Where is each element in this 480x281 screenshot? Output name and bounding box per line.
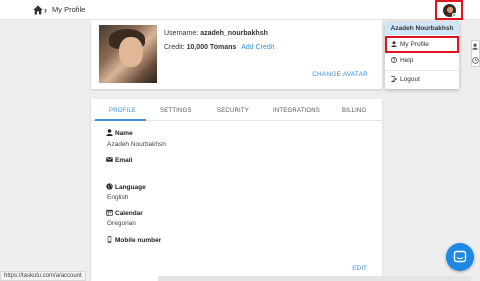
breadcrumb-separator: › [44, 5, 47, 15]
name-label-text: Name [115, 130, 133, 137]
mobile-field-label: Mobile number [106, 236, 161, 245]
email-icon [106, 157, 113, 162]
calendar-icon [106, 209, 113, 216]
user-avatar-button[interactable] [435, 0, 463, 20]
calendar-label-text: Calendar [115, 210, 143, 217]
menu-item-my-profile[interactable]: My Profile [391, 41, 429, 49]
add-credit-link[interactable]: Add Credit [241, 44, 274, 51]
profile-photo [99, 25, 157, 83]
tab-security[interactable]: SECURITY [217, 107, 249, 115]
language-field-label: Language [106, 183, 146, 192]
help-icon [391, 57, 397, 63]
credit-label: Credit: [164, 44, 185, 51]
home-icon[interactable] [33, 5, 43, 15]
language-value: English [107, 194, 129, 201]
clock-icon[interactable] [472, 57, 479, 64]
calendar-value: Gregorian [107, 220, 136, 227]
name-field-label: Name [106, 129, 133, 138]
photo-face [119, 37, 143, 67]
email-field-label: Email [106, 156, 132, 165]
profile-details-card: PROFILE SETTINGS SECURITY INTEGRATIONS B… [91, 99, 382, 281]
menu-item-help[interactable]: Help [391, 57, 413, 65]
person-add-icon[interactable] [472, 43, 479, 50]
breadcrumb-current: My Profile [52, 5, 86, 14]
dropdown-divider [385, 70, 459, 71]
user-dropdown-menu: Azadeh Nourbakhsh My Profile Help Logout [385, 22, 459, 89]
menu-item-my-profile-label: My Profile [400, 41, 429, 48]
credit-line: Credit: 10,000 Tomans Add Credit [164, 43, 274, 52]
phone-icon [107, 236, 112, 243]
change-avatar-button[interactable]: CHANGE AVATAR [312, 71, 368, 79]
tab-settings[interactable]: SETTINGS [160, 107, 192, 115]
edit-button[interactable]: EDIT [352, 265, 367, 273]
email-label-text: Email [115, 157, 133, 164]
menu-item-logout-label: Logout [400, 76, 420, 83]
status-url: https://taskulu.com/a/account [0, 271, 86, 281]
profile-summary-card: Username: azadeh_nourbakhsh Credit: 10,0… [91, 20, 382, 89]
tab-profile[interactable]: PROFILE [109, 107, 136, 115]
calendar-field-label: Calendar [106, 209, 143, 218]
logout-icon [391, 76, 397, 82]
dropdown-user-name: Azadeh Nourbakhsh [385, 22, 459, 35]
person-icon [106, 129, 113, 136]
language-label-text: Language [115, 184, 146, 191]
mobile-label-text: Mobile number [115, 237, 162, 244]
active-tab-indicator [95, 119, 146, 121]
top-bar: › My Profile [0, 0, 480, 20]
globe-icon [106, 183, 113, 190]
tab-bar: PROFILE SETTINGS SECURITY INTEGRATIONS B… [91, 99, 382, 121]
chat-icon [453, 250, 467, 263]
tab-billing[interactable]: BILLING [342, 107, 366, 115]
menu-item-logout[interactable]: Logout [391, 76, 420, 84]
person-icon [391, 41, 397, 47]
username-label: Username: [164, 30, 199, 37]
horizontal-scrollbar[interactable] [158, 276, 471, 281]
username-value: azadeh_nourbakhsh [200, 30, 268, 37]
menu-item-help-label: Help [400, 57, 414, 64]
tab-integrations[interactable]: INTEGRATIONS [273, 107, 320, 115]
credit-value: 10,000 Tomans [186, 44, 237, 51]
username-line: Username: azadeh_nourbakhsh [164, 29, 268, 38]
chat-button[interactable] [446, 243, 474, 271]
online-status-icon [452, 13, 456, 17]
name-value: Azadeh Nourbakhsh [107, 141, 166, 148]
